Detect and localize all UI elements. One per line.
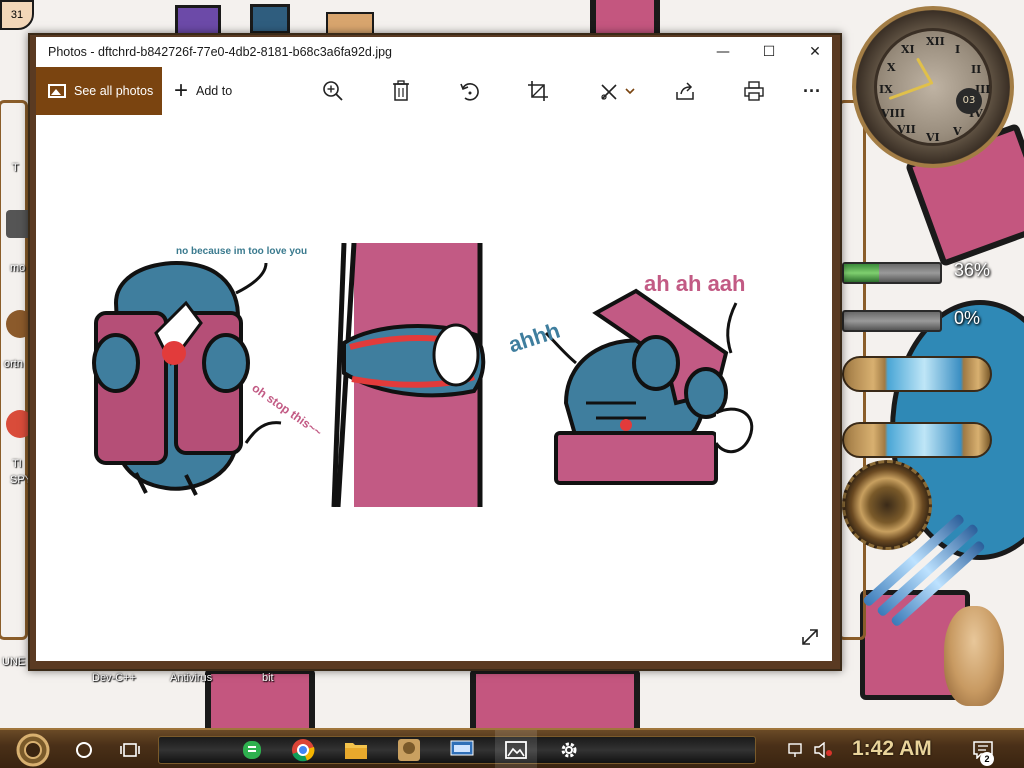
photos-toolbar: See all photos + Add to ··· [36, 67, 832, 115]
file-explorer-icon[interactable] [336, 730, 376, 768]
share-icon[interactable] [671, 77, 699, 105]
see-all-photos-button[interactable]: See all photos [36, 67, 162, 115]
drive-tube-gauge [842, 422, 992, 458]
comic-character-left [92, 261, 282, 496]
start-button[interactable] [10, 730, 56, 768]
volume-muted-icon[interactable] [810, 730, 836, 768]
comic-character-right [544, 288, 754, 485]
photo-viewer[interactable]: no because im too love you oh stop this~… [36, 115, 832, 661]
full-screen-icon[interactable] [798, 625, 822, 649]
clock-numeral: VI [926, 131, 940, 144]
zoom-in-icon[interactable] [319, 77, 347, 105]
desktop-label[interactable]: TI [12, 458, 22, 470]
desktop-label[interactable]: Dev-C++ [92, 672, 136, 684]
window-title: Photos - dftchrd-b842726f-77e0-4db2-8181… [48, 45, 393, 59]
task-view-icon[interactable] [110, 730, 150, 768]
title-bar[interactable]: Photos - dftchrd-b842726f-77e0-4db2-8181… [36, 37, 832, 67]
meter-fill [844, 264, 879, 282]
clock-numeral: II [971, 63, 982, 76]
see-all-photos-label: See all photos [74, 84, 154, 98]
delete-icon[interactable] [387, 77, 415, 105]
more-icon[interactable]: ··· [798, 77, 826, 105]
drive-tube-gauge [842, 356, 992, 392]
maximize-button[interactable]: ☐ [746, 37, 792, 67]
comic-speech-4: ah ah aah [644, 271, 746, 296]
clock-numeral: XII [926, 35, 945, 48]
meter-value: 36% [954, 260, 991, 280]
cpu-meter: 36% [842, 258, 1024, 288]
ram-meter: 0% [842, 306, 1024, 336]
meter-bar [842, 262, 942, 284]
edit-create-icon[interactable] [594, 77, 640, 105]
desktop-label[interactable]: bit [262, 672, 274, 684]
add-to-label: Add to [196, 84, 233, 98]
comic-panel-middle [331, 242, 486, 508]
steampunk-clock-widget[interactable]: XII I II III IV V VI VII VIII IX X XI 03 [852, 6, 1014, 168]
wallpaper-blue-blob [250, 4, 290, 34]
add-to-button[interactable]: + Add to [174, 67, 232, 115]
plus-icon: + [174, 77, 189, 104]
clock-numeral: X [887, 61, 896, 74]
network-icon[interactable] [786, 730, 808, 768]
photos-window-content: Photos - dftchrd-b842726f-77e0-4db2-8181… [36, 37, 832, 661]
settings-icon[interactable] [549, 730, 589, 768]
clock-numeral: VII [897, 123, 916, 136]
chrome-icon[interactable] [283, 730, 323, 768]
rotate-icon[interactable] [456, 77, 484, 105]
meter-value: 0% [954, 308, 981, 328]
photo-gallery-icon [48, 84, 66, 98]
start-gear-icon [16, 733, 50, 767]
clock-numeral: V [953, 125, 962, 138]
desktop-label[interactable]: ortn [4, 358, 23, 370]
photos-icon[interactable] [495, 730, 537, 768]
minimize-button[interactable]: — [700, 37, 746, 67]
comic-speech-1: no because im too love you [176, 246, 308, 257]
photos-app-window: Photos - dftchrd-b842726f-77e0-4db2-8181… [28, 33, 842, 671]
sheets-icon[interactable] [232, 730, 272, 768]
notification-count-badge: 2 [980, 752, 994, 766]
taskbar: 1:42 AM 2 [0, 728, 1024, 768]
clock-numeral: XI [901, 43, 915, 56]
hamster-desktop-pet[interactable] [944, 606, 1004, 706]
keyboard-app-icon[interactable] [442, 730, 482, 768]
corner-badge: 31 [0, 0, 34, 30]
desktop-label[interactable]: T [12, 162, 19, 174]
clock-numeral: VIII [881, 107, 905, 120]
close-button[interactable]: ✕ [792, 37, 838, 67]
desktop-label[interactable]: UNE [2, 656, 25, 668]
crop-icon[interactable] [524, 77, 552, 105]
desktop-label[interactable]: Antivirus [170, 672, 212, 684]
meter-bar [842, 310, 942, 332]
displayed-image: no because im too love you oh stop this~… [76, 242, 796, 508]
desktop-label[interactable]: mo [10, 262, 25, 274]
print-icon[interactable] [740, 77, 768, 105]
gear-icon [842, 460, 932, 550]
taskbar-clock[interactable]: 1:42 AM [852, 737, 932, 761]
clock-face: XII I II III IV V VI VII VIII IX X XI [874, 28, 992, 146]
clock-numeral: I [955, 43, 961, 56]
game-app-icon[interactable] [389, 730, 429, 768]
desktop-frame [0, 100, 28, 640]
clock-date: 03 [956, 88, 982, 114]
search-cortana-icon[interactable] [64, 730, 104, 768]
clock-numeral: IX [879, 83, 893, 96]
